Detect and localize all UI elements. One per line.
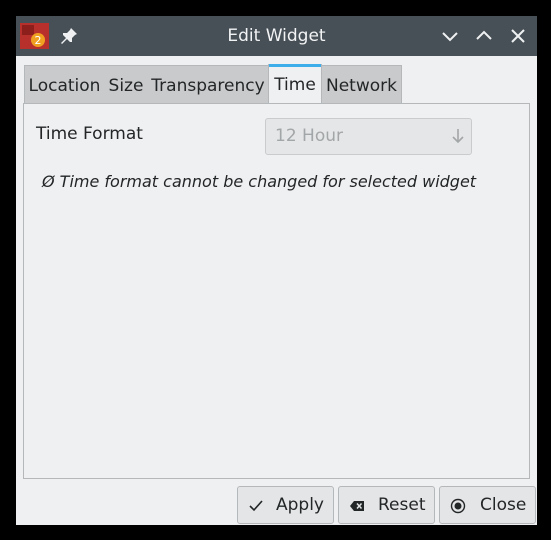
app-icon[interactable]: 2 — [20, 23, 49, 49]
close-button-label: Close — [480, 495, 527, 515]
checkmark-icon — [249, 500, 263, 512]
chevron-up-icon[interactable] — [474, 26, 494, 46]
app-icon-badge: 2 — [35, 34, 42, 47]
time-tab-panel: Time Format 12 Hour Ø Time format cannot… — [23, 103, 530, 479]
arrow-down-icon — [452, 129, 464, 144]
tab-network[interactable]: Network — [322, 65, 402, 103]
time-format-value: 12 Hour — [275, 126, 343, 146]
title-bar[interactable]: Edit Widget 2 — [16, 16, 537, 56]
close-button[interactable]: Close — [439, 486, 536, 524]
tab-size[interactable]: Size — [104, 65, 148, 103]
edit-widget-window: Edit Widget 2 Location Size Transparency… — [16, 16, 537, 525]
time-format-select[interactable]: 12 Hour — [265, 118, 472, 155]
pin-icon[interactable] — [60, 27, 78, 45]
tab-transparency[interactable]: Transparency — [148, 65, 268, 103]
close-icon[interactable] — [508, 26, 528, 46]
tab-location[interactable]: Location — [24, 65, 104, 103]
time-format-label: Time Format — [36, 124, 143, 144]
tab-time[interactable]: Time — [268, 64, 322, 104]
close-circle-icon — [450, 498, 466, 514]
clear-icon — [350, 501, 364, 511]
apply-button[interactable]: Apply — [237, 486, 334, 524]
reset-button[interactable]: Reset — [338, 486, 435, 524]
reset-button-label: Reset — [378, 495, 426, 515]
apply-button-label: Apply — [276, 495, 324, 515]
chevron-down-icon[interactable] — [440, 26, 460, 46]
time-format-warning: Ø Time format cannot be changed for sele… — [42, 172, 477, 191]
